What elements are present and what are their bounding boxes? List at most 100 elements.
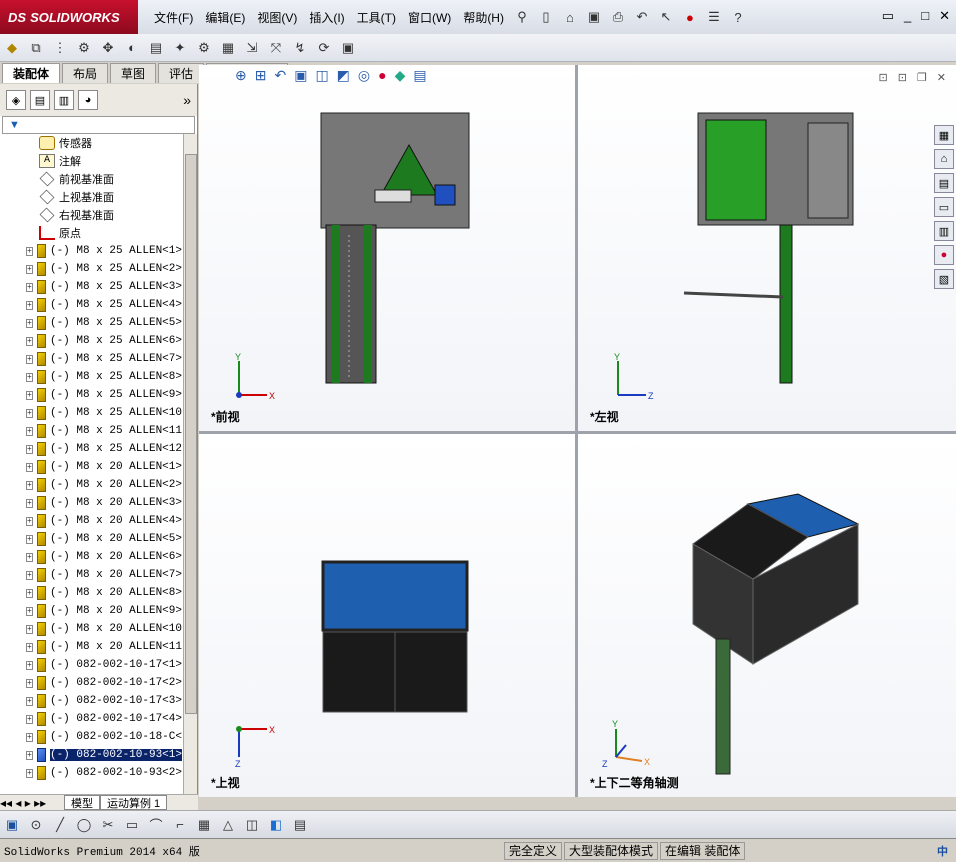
expand-panel-icon[interactable]: » <box>183 92 191 108</box>
close-icon[interactable]: ✕ <box>939 8 950 24</box>
tree-item[interactable]: + (-) M8 x 25 ALLEN<4> <box>0 296 182 314</box>
custom-properties-icon[interactable]: ▧ <box>934 269 954 289</box>
select-arrow-icon[interactable]: ↖ <box>656 7 676 27</box>
tree-item[interactable]: + (-) M8 x 20 ALLEN<3> <box>0 494 182 512</box>
viewport-left[interactable]: ⊡ ⊡ ❐ ✕ Y Z *左视 ▦ ⌂ ▤ ▭ ▥ ● ▧ <box>578 65 956 431</box>
expand-toggle-icon[interactable]: + <box>26 444 33 454</box>
tree-item[interactable]: 前视基准面 <box>0 170 182 188</box>
input-method-indicator[interactable]: 中 <box>937 843 948 859</box>
tree-item[interactable]: + (-) M8 x 25 ALLEN<10 <box>0 404 182 422</box>
open-folder-icon[interactable]: ⌂ <box>560 7 580 27</box>
tree-item[interactable]: + (-) M8 x 20 ALLEN<11 <box>0 638 182 656</box>
tree-item[interactable]: + (-) 082-002-10-17<2> <box>0 674 182 692</box>
tree-item[interactable]: + (-) 082-002-10-17<1> <box>0 656 182 674</box>
expand-toggle-icon[interactable]: + <box>26 372 33 382</box>
trim-icon[interactable]: ✂ <box>98 815 118 835</box>
expand-toggle-icon[interactable]: + <box>26 300 33 310</box>
file-explorer-icon[interactable]: ▤ <box>934 173 954 193</box>
instant3d-icon[interactable]: ↯ <box>290 38 310 58</box>
tree-item[interactable]: + (-) M8 x 20 ALLEN<9> <box>0 602 182 620</box>
viewport-isometric[interactable]: Y X Z *上下二等角轴测 <box>578 434 956 797</box>
rectangle-icon[interactable]: ▭ <box>122 815 142 835</box>
graphics-area[interactable]: ⊕ ⊞ ↶ ▣ ◫ ◩ ◎ ● ◆ ▤ Y X *前视 ⊡ ⊡ ❐ ✕ Y Z … <box>199 65 956 797</box>
maximize-icon[interactable]: □ <box>921 8 929 24</box>
expand-toggle-icon[interactable]: + <box>26 462 33 472</box>
tree-item[interactable]: + (-) M8 x 25 ALLEN<11 <box>0 422 182 440</box>
display-manager-icon[interactable]: ◕ <box>78 90 98 110</box>
tab-motion-study[interactable]: 运动算例 1 <box>100 795 168 810</box>
options-icon[interactable]: ☰ <box>704 7 724 27</box>
new-motion-study-icon[interactable]: ⚙ <box>194 38 214 58</box>
linear-pattern-icon[interactable]: ⋮ <box>50 38 70 58</box>
expand-toggle-icon[interactable]: + <box>26 246 33 256</box>
expand-toggle-icon[interactable]: + <box>26 264 33 274</box>
tree-item[interactable]: 上视基准面 <box>0 188 182 206</box>
help-icon[interactable]: ? <box>728 7 748 27</box>
viewport-top[interactable]: Z X *上视 <box>199 434 575 797</box>
tree-item[interactable]: + (-) M8 x 20 ALLEN<8> <box>0 584 182 602</box>
tree-item[interactable]: + (-) M8 x 25 ALLEN<7> <box>0 350 182 368</box>
tree-item[interactable]: + (-) 082-002-10-17<3> <box>0 692 182 710</box>
expand-toggle-icon[interactable]: + <box>26 318 33 328</box>
expand-toggle-icon[interactable]: + <box>26 588 33 598</box>
smart-fasteners-icon[interactable]: ⚙ <box>74 38 94 58</box>
save-icon[interactable]: ▣ <box>2 815 22 835</box>
triangle-icon[interactable]: △ <box>218 815 238 835</box>
assembly-features-icon[interactable]: ▤ <box>146 38 166 58</box>
line-icon[interactable]: ╱ <box>50 815 70 835</box>
tree-scrollbar[interactable] <box>183 134 197 810</box>
bill-of-materials-icon[interactable]: ▦ <box>218 38 238 58</box>
expand-toggle-icon[interactable]: + <box>26 390 33 400</box>
folder-icon[interactable]: ▭ <box>934 197 954 217</box>
expand-toggle-icon[interactable]: + <box>26 714 33 724</box>
mate-icon[interactable]: ⧉ <box>26 38 46 58</box>
undo-icon[interactable]: ↶ <box>632 7 652 27</box>
grid-icon[interactable]: ▦ <box>194 815 214 835</box>
expand-toggle-icon[interactable]: + <box>26 282 33 292</box>
expand-toggle-icon[interactable]: + <box>26 768 33 778</box>
appearances-icon[interactable]: ● <box>934 245 954 265</box>
expand-toggle-icon[interactable]: + <box>26 696 33 706</box>
tab-1[interactable]: 布局 <box>62 63 109 83</box>
tree-item[interactable]: + (-) M8 x 20 ALLEN<1> <box>0 458 182 476</box>
expand-toggle-icon[interactable]: + <box>26 606 33 616</box>
tab-3[interactable]: 评估 <box>158 63 205 83</box>
menu-item-5[interactable]: 窗口(W) <box>402 9 457 26</box>
tree-filter[interactable]: ▼ <box>2 116 195 134</box>
exploded-view-icon[interactable]: ⇲ <box>242 38 262 58</box>
arc-icon[interactable]: ⌒ <box>146 815 166 835</box>
tree-item[interactable]: + (-) M8 x 20 ALLEN<7> <box>0 566 182 584</box>
tree-item[interactable]: + (-) M8 x 25 ALLEN<6> <box>0 332 182 350</box>
tree-item[interactable]: + (-) M8 x 25 ALLEN<3> <box>0 278 182 296</box>
cube-icon[interactable]: ◫ <box>242 815 262 835</box>
expand-toggle-icon[interactable]: + <box>26 678 33 688</box>
menu-item-0[interactable]: 文件(F) <box>148 9 199 26</box>
expand-toggle-icon[interactable]: + <box>26 408 33 418</box>
tree-item[interactable]: + (-) 082-002-10-93<2> <box>0 764 182 782</box>
menu-item-3[interactable]: 插入(I) <box>303 9 350 26</box>
viewport-front[interactable]: ⊕ ⊞ ↶ ▣ ◫ ◩ ◎ ● ◆ ▤ Y X *前视 <box>199 65 575 431</box>
pin-icon[interactable]: ⚲ <box>512 7 532 27</box>
feature-manager-icon[interactable]: ◈ <box>6 90 26 110</box>
horizontal-split-handle[interactable] <box>199 431 956 434</box>
table-icon[interactable]: ▤ <box>290 815 310 835</box>
expand-toggle-icon[interactable]: + <box>26 354 33 364</box>
expand-toggle-icon[interactable]: + <box>26 732 33 742</box>
update-speedpak-icon[interactable]: ⟳ <box>314 38 334 58</box>
expand-toggle-icon[interactable]: + <box>26 552 33 562</box>
reference-geometry-icon[interactable]: ✦ <box>170 38 190 58</box>
expand-toggle-icon[interactable]: + <box>26 498 33 508</box>
tree-item[interactable]: 传感器 <box>0 134 182 152</box>
fillet-icon[interactable]: ⌐ <box>170 815 190 835</box>
expand-toggle-icon[interactable]: + <box>26 426 33 436</box>
tree-item[interactable]: + (-) M8 x 25 ALLEN<12 <box>0 440 182 458</box>
tree-item[interactable]: + (-) M8 x 20 ALLEN<2> <box>0 476 182 494</box>
expand-toggle-icon[interactable]: + <box>26 660 33 670</box>
tree-item[interactable]: + (-) 082-002-10-18-C< <box>0 728 182 746</box>
property-manager-icon[interactable]: ▤ <box>30 90 50 110</box>
tree-item[interactable]: + (-) M8 x 20 ALLEN<5> <box>0 530 182 548</box>
expand-toggle-icon[interactable]: + <box>26 570 33 580</box>
explode-line-icon[interactable]: ⤧ <box>266 38 286 58</box>
point-icon[interactable]: ⊙ <box>26 815 46 835</box>
minimize-icon[interactable]: _ <box>904 8 911 24</box>
